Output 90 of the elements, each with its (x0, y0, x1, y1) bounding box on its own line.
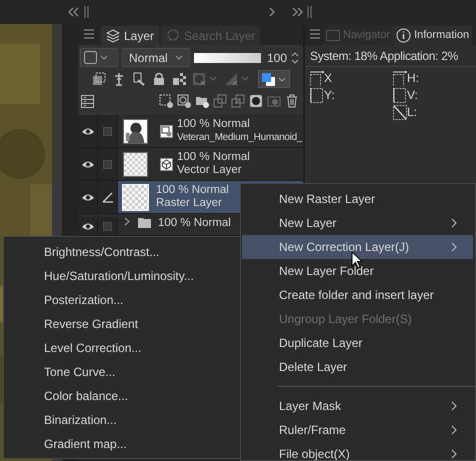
layer-name: Vector Layer (177, 164, 243, 177)
layer-blend-info: 100 % Normal (177, 118, 251, 131)
spinner-icon[interactable] (291, 50, 300, 64)
mask-dropdown-icon[interactable] (192, 72, 218, 86)
vector-layer-icon (160, 158, 173, 170)
transparent-thumbnail (123, 184, 148, 210)
menu-item[interactable]: Binarization... (4, 408, 240, 432)
grip-icon[interactable] (307, 6, 312, 18)
color-mode-dropdown[interactable] (80, 48, 118, 67)
info-field-label: L: (407, 104, 418, 121)
info-icon[interactable] (396, 28, 412, 43)
menu-icon[interactable] (83, 28, 95, 40)
size-height-icon (393, 88, 407, 102)
layer-row[interactable]: 100 % Normal Vector Layer (78, 148, 303, 181)
opacity-value[interactable]: 100 (267, 48, 288, 66)
collapse-left-icon[interactable] (67, 7, 79, 17)
menu-item[interactable]: Delete Layer (242, 355, 473, 379)
caret-icon (100, 55, 108, 60)
chevron-right-icon (451, 242, 457, 252)
new-vector-layer-icon[interactable] (177, 94, 191, 108)
system-usage-text: System: 18% Application: 2% (305, 45, 476, 67)
menu-item[interactable]: Tone Curve... (4, 360, 240, 384)
chevron-right-icon[interactable] (124, 217, 130, 226)
checkbox-icon[interactable] (103, 160, 112, 168)
menu-item[interactable]: Brightness/Contrast... (4, 240, 240, 264)
menu-item[interactable]: Posterization... (4, 288, 240, 312)
new-folder-icon[interactable] (195, 94, 209, 108)
info-field-label: Y: (324, 87, 335, 104)
menu-item[interactable]: Color balance... (4, 384, 240, 408)
layer-name: Veteran_Medium_Humanoid_ (177, 131, 302, 144)
layer-blend-info: 100 % Normal (158, 217, 231, 230)
menu-item[interactable]: Level Correction... (4, 336, 240, 360)
menu-icon[interactable] (309, 28, 321, 40)
menu-item[interactable]: New Correction Layer(J) (242, 235, 473, 259)
opacity-slider[interactable] (194, 52, 261, 62)
info-field-label: H: (407, 70, 419, 87)
new-layer-icon[interactable] (159, 94, 173, 108)
ruler-dropdown-icon[interactable] (224, 72, 250, 86)
panel-tab[interactable]: Information (393, 26, 472, 45)
layer-row[interactable]: 100 % Normal Veteran_Medium_Humanoid_ (78, 115, 303, 148)
eye-icon[interactable] (80, 160, 94, 168)
square-icon (84, 51, 97, 64)
layer-name: Raster Layer (156, 197, 223, 210)
folder-icon (138, 217, 151, 228)
menu-item[interactable]: Hue/Saturation/Luminosity... (4, 264, 240, 288)
caret-icon (278, 76, 286, 82)
tower-icon[interactable] (112, 72, 126, 86)
chevron-right-icon (451, 425, 457, 435)
menu-item[interactable]: New Layer Folder (242, 259, 473, 283)
caret-icon (175, 55, 183, 60)
clip-icon[interactable] (92, 72, 106, 86)
menu-item[interactable]: Gradient map... (4, 432, 240, 456)
layer-blend-info: 100 % Normal (156, 184, 229, 197)
info-field-label: X (324, 70, 332, 87)
layer-blend-info: 100 % Normal (177, 151, 250, 164)
checkbox-icon[interactable] (103, 126, 112, 136)
trash-icon[interactable] (285, 94, 299, 108)
menu-item[interactable]: Layer Mask (242, 394, 473, 418)
panel-tab[interactable]: Layer (101, 26, 160, 45)
color-swatch-icon (262, 72, 275, 86)
chevron-right-icon (451, 401, 457, 411)
info-field-label: V: (407, 87, 418, 104)
chevron-right-icon[interactable] (269, 7, 275, 17)
list-icon[interactable] (81, 94, 94, 108)
chevron-right-icon (451, 449, 457, 459)
size-width-icon (310, 70, 324, 86)
mask-icon[interactable] (249, 94, 263, 108)
checker-lock-icon[interactable] (172, 72, 186, 86)
eye-icon[interactable] (80, 192, 94, 202)
eye-icon[interactable] (80, 126, 94, 136)
blend-mode-dropdown[interactable]: Normal (122, 48, 190, 67)
size-width-icon (393, 70, 407, 86)
checkbox-icon[interactable] (103, 222, 112, 230)
collapse-right-icon[interactable] (292, 7, 304, 17)
chevron-right-icon (451, 218, 457, 228)
layer-color-dropdown[interactable] (258, 70, 290, 88)
menu-item[interactable]: Create folder and insert layer (242, 283, 473, 307)
file-layer-icon (160, 124, 173, 138)
size-height-icon (310, 88, 324, 102)
diagonal-icon (393, 104, 407, 120)
menu-item[interactable]: Ruler/Frame (242, 418, 473, 442)
grip-icon[interactable] (84, 6, 89, 18)
figure-icon[interactable] (132, 72, 146, 86)
pencil-icon[interactable] (102, 191, 114, 203)
lock-icon[interactable] (152, 72, 166, 86)
transparent-thumbnail (123, 152, 148, 176)
menu-item[interactable]: Duplicate Layer (242, 331, 473, 355)
eye-icon[interactable] (80, 222, 94, 230)
layers-icon[interactable] (106, 28, 120, 42)
menu-item[interactable]: Reverse Gradient (4, 312, 240, 336)
